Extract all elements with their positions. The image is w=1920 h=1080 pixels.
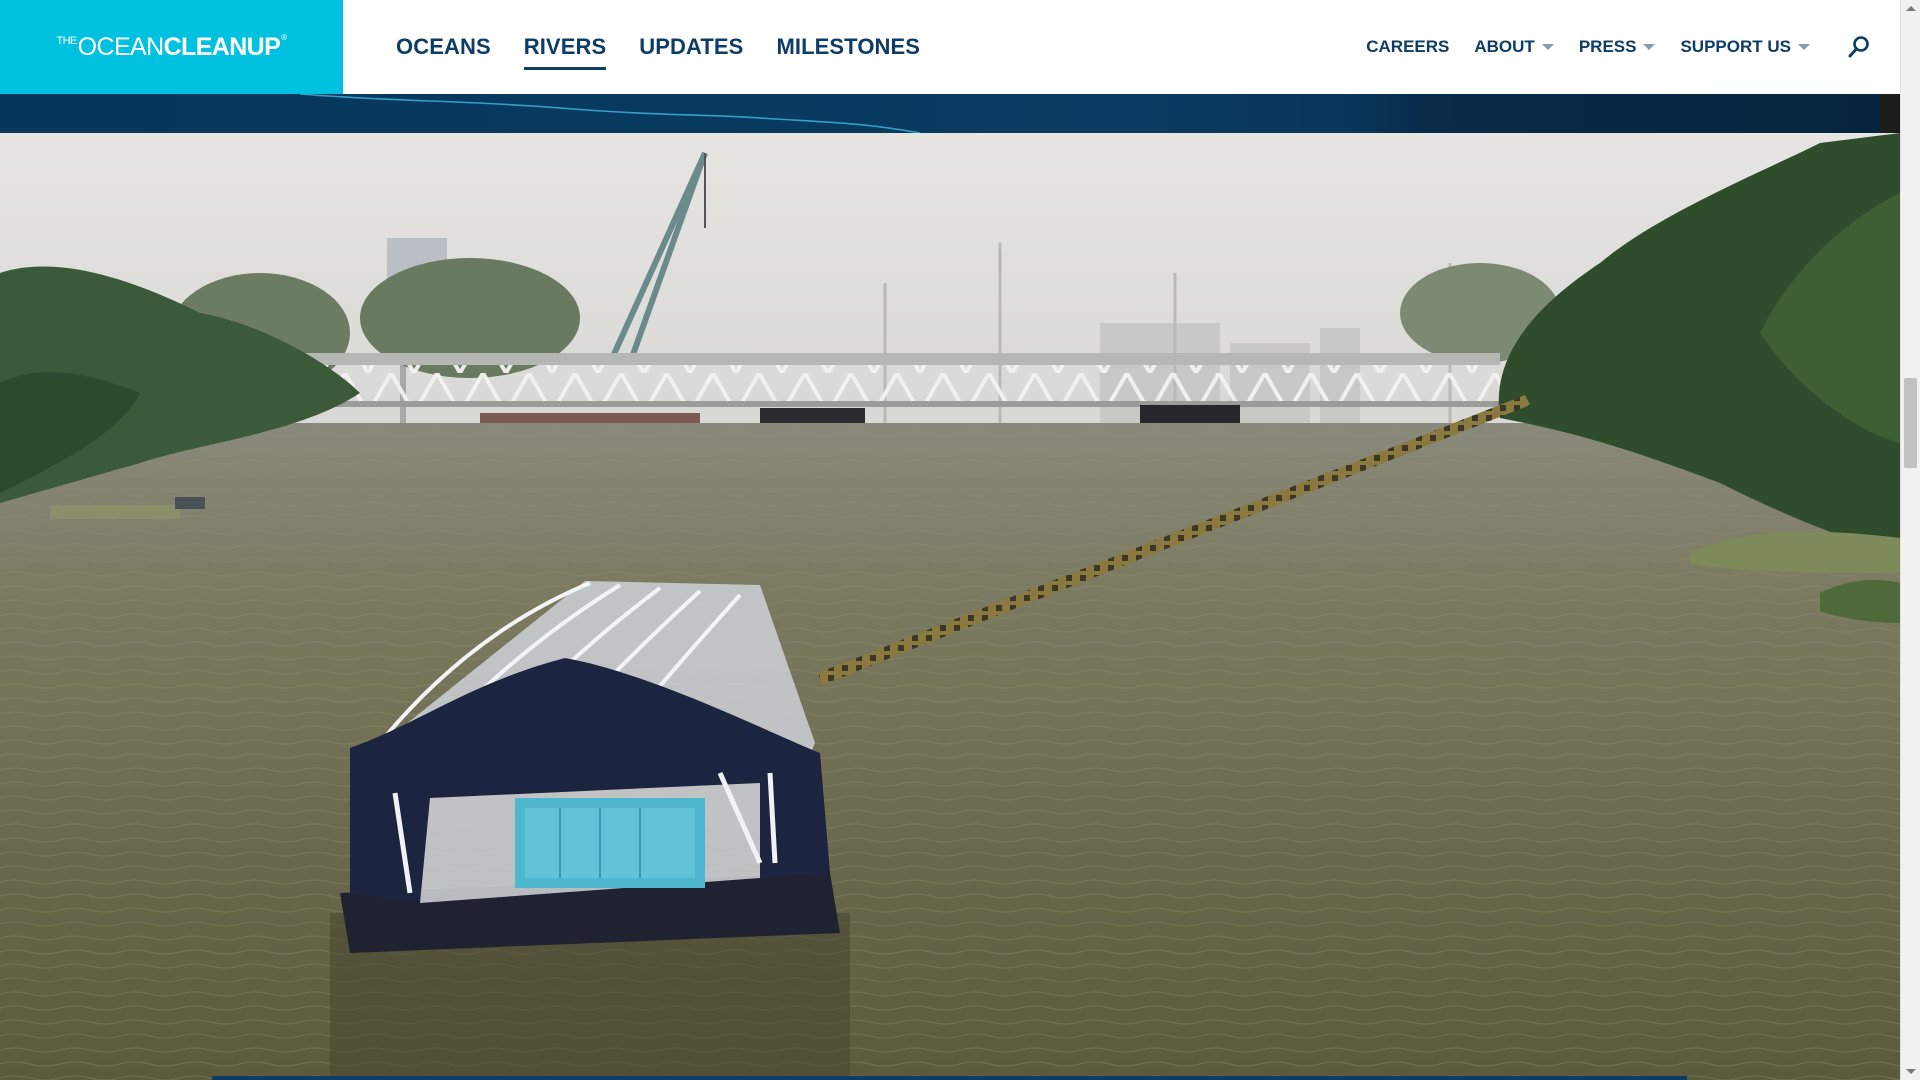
logo-link[interactable]: THE OCEAN CLEANUP ® — [0, 0, 343, 94]
nav-item-press[interactable]: PRESS — [1579, 37, 1656, 57]
nav-item-support-us[interactable]: SUPPORT US — [1680, 37, 1810, 57]
video-progress-bar[interactable] — [212, 1076, 1687, 1080]
nav-item-support-us-label: SUPPORT US — [1680, 37, 1791, 56]
nav-item-updates[interactable]: UPDATES — [639, 34, 743, 60]
chevron-down-icon — [1643, 44, 1656, 50]
logo-registered-mark: ® — [281, 32, 287, 42]
arrow-down-icon — [1906, 1069, 1916, 1074]
scroll-down-button[interactable] — [1901, 1063, 1920, 1080]
nav-item-careers-label: CAREERS — [1366, 37, 1450, 56]
secondary-nav: CAREERS ABOUT PRESS SUPPORT US — [1366, 0, 1900, 94]
nav-item-rivers[interactable]: RIVERS — [523, 34, 607, 70]
hero-video[interactable] — [0, 133, 1900, 1080]
scroll-up-button[interactable] — [1901, 0, 1920, 17]
chevron-down-icon — [1798, 44, 1810, 50]
logo-ocean: OCEAN — [77, 32, 165, 61]
search-icon — [1848, 36, 1869, 58]
nav-item-about-label: ABOUT — [1474, 37, 1535, 56]
nav-item-careers[interactable]: CAREERS — [1366, 37, 1449, 57]
nav-item-milestones[interactable]: MILESTONES — [776, 34, 920, 60]
hero-river-scene — [0, 133, 1900, 1080]
site-header: THE OCEAN CLEANUP ® OCEANS RIVERS UPDATE… — [0, 0, 1900, 94]
arrow-up-icon — [1906, 6, 1916, 11]
scroll-thumb[interactable] — [1904, 378, 1917, 468]
video-top-strip — [0, 94, 1880, 133]
page-scrollbar[interactable] — [1900, 0, 1920, 1080]
nav-item-oceans[interactable]: OCEANS — [396, 34, 491, 60]
logo: THE OCEAN CLEANUP ® — [56, 32, 287, 62]
chevron-down-icon — [1541, 44, 1554, 50]
wave-line-decoration — [299, 94, 921, 133]
nav-item-about[interactable]: ABOUT — [1474, 37, 1554, 57]
main-nav: OCEANS RIVERS UPDATES MILESTONES — [396, 0, 953, 94]
logo-cleanup: CLEANUP — [163, 32, 281, 61]
search-button[interactable] — [1846, 34, 1872, 60]
nav-item-press-label: PRESS — [1578, 37, 1637, 56]
logo-prefix: THE — [56, 34, 77, 47]
